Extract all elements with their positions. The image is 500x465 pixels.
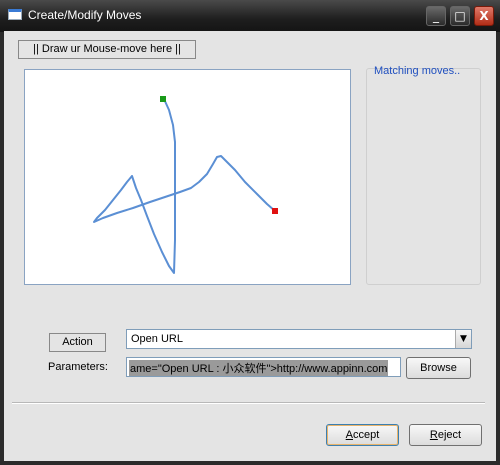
accept-mnemonic: A	[345, 429, 354, 441]
parameters-label: Parameters:	[48, 361, 108, 373]
accept-label: ccept	[353, 429, 380, 441]
matching-moves-label: Matching moves..	[374, 65, 461, 77]
reject-mnemonic: R	[429, 429, 438, 441]
close-button[interactable]: X	[474, 6, 494, 26]
minimize-icon: _	[433, 9, 439, 23]
gesture-stroke	[93, 98, 276, 274]
chevron-down-icon[interactable]: ▼	[455, 330, 471, 348]
minimize-button[interactable]: _	[426, 6, 446, 26]
matching-moves-panel[interactable]	[366, 68, 481, 285]
parameters-input[interactable]: ame="Open URL : 小众软件">http://www.appinn.…	[126, 357, 401, 377]
gesture-drawing	[93, 96, 278, 274]
parameters-value: ame="Open URL : 小众软件">http://www.appinn.…	[129, 360, 389, 376]
draw-tab-label: || Draw ur Mouse-move here ||	[18, 40, 196, 59]
browse-button[interactable]: Browse	[406, 357, 471, 379]
gesture-canvas[interactable]	[24, 69, 351, 285]
reject-button[interactable]: Reject	[409, 424, 482, 446]
maximize-icon: □	[454, 9, 466, 23]
action-select-value: Open URL	[131, 333, 183, 345]
window-title: Create/Modify Moves	[28, 8, 142, 22]
title-bar[interactable]: Create/Modify Moves _ □ X	[0, 0, 500, 32]
divider	[12, 402, 485, 404]
dialog-window: Create/Modify Moves _ □ X || Draw ur Mou…	[0, 0, 500, 465]
start-marker	[160, 96, 166, 102]
close-icon: X	[479, 9, 489, 23]
end-marker	[272, 208, 278, 214]
dialog-client-area: || Draw ur Mouse-move here || Matching m…	[4, 31, 496, 461]
window-icon	[8, 9, 22, 20]
action-select[interactable]: Open URL ▼	[126, 329, 472, 349]
reject-label: eject	[437, 429, 462, 441]
accept-button[interactable]: Accept	[326, 424, 399, 446]
maximize-button[interactable]: □	[450, 6, 470, 26]
action-label: Action	[49, 333, 106, 352]
